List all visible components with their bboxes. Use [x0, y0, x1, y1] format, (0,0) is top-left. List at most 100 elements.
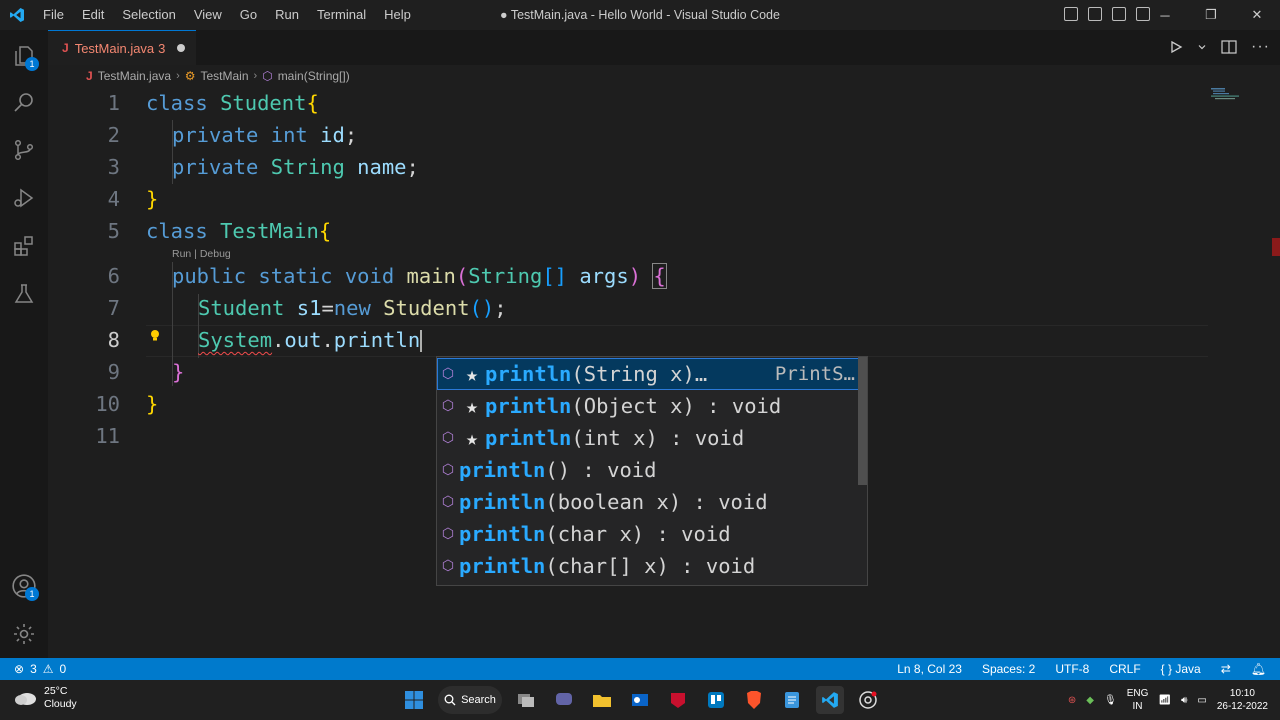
windows-start-icon[interactable] — [400, 686, 428, 714]
toggle-secondary-sidebar-icon[interactable] — [1112, 7, 1126, 21]
split-editor-icon[interactable] — [1221, 40, 1237, 54]
language-indicator[interactable]: ENG IN — [1127, 687, 1149, 713]
suggest-item[interactable]: ⬡ println (boolean x) : void — [437, 486, 867, 518]
menu-edit[interactable]: Edit — [73, 0, 113, 30]
unsaved-dot-icon[interactable] — [177, 44, 186, 52]
vscode-taskbar-icon[interactable] — [816, 686, 844, 714]
suggest-item[interactable]: ⬡ ★ println (int x) : void — [437, 422, 867, 454]
notepad-icon[interactable] — [778, 686, 806, 714]
window-controls: ─ ❐ ✕ — [1142, 0, 1280, 30]
cube-icon: ⬡ — [441, 526, 455, 542]
microphone-icon[interactable]: 🎙︎ — [1104, 695, 1117, 706]
taskbar-search[interactable]: Search — [438, 686, 502, 714]
close-button[interactable]: ✕ — [1234, 0, 1280, 30]
accounts-icon[interactable]: 1 — [0, 562, 48, 610]
testing-icon[interactable] — [0, 270, 48, 318]
maximize-button[interactable]: ❐ — [1188, 0, 1234, 30]
run-java-icon[interactable] — [1169, 40, 1183, 54]
lightbulb-icon[interactable] — [149, 329, 161, 341]
cursor-position[interactable]: Ln 8, Col 23 — [897, 662, 962, 676]
toggle-primary-sidebar-icon[interactable] — [1064, 7, 1078, 21]
trello-icon[interactable] — [702, 686, 730, 714]
line-number: 4 — [107, 187, 120, 211]
feedback-icon[interactable]: ⇄ — [1221, 662, 1231, 676]
chrome-icon[interactable] — [854, 686, 882, 714]
status-right: Ln 8, Col 23 Spaces: 2 UTF-8 CRLF { } Ja… — [897, 658, 1266, 680]
clock-time: 10:10 — [1229, 688, 1255, 699]
explorer-icon[interactable]: 1 — [0, 32, 48, 80]
suggest-signature: (boolean x) : void — [545, 490, 768, 514]
toggle-panel-icon[interactable] — [1088, 7, 1102, 21]
code-line-3: private String name; — [172, 155, 419, 179]
method-cube-icon: ⬡ — [262, 69, 273, 83]
minimap[interactable] — [1208, 88, 1266, 658]
java-file-icon: J — [86, 69, 93, 83]
breadcrumb-file[interactable]: TestMain.java — [98, 69, 171, 83]
tab-problem-count: 3 — [158, 40, 166, 56]
menu-help[interactable]: Help — [375, 0, 420, 30]
weather-widget[interactable]: 25°C Cloudy — [14, 685, 77, 711]
tab-testmain-java[interactable]: J TestMain.java 3 — [48, 30, 196, 65]
cube-icon: ⬡ — [441, 430, 455, 446]
breadcrumb-method[interactable]: main(String[]) — [278, 69, 350, 83]
suggest-item[interactable]: ⬡ ★ println (Object x) : void — [437, 390, 867, 422]
code-line-10: } — [146, 392, 159, 416]
editor-scrollbar[interactable] — [1268, 88, 1280, 658]
suggest-signature: (int x) : void — [571, 426, 745, 450]
notifications-bell-icon[interactable]: 🔔︎ — [1251, 662, 1266, 676]
source-control-icon[interactable] — [0, 126, 48, 174]
file-explorer-icon[interactable] — [588, 686, 616, 714]
suggest-match: println — [485, 362, 572, 386]
temperature: 25°C — [44, 685, 68, 697]
text-cursor — [420, 330, 423, 352]
menu-run[interactable]: Run — [266, 0, 308, 30]
line-number: 1 — [107, 91, 120, 115]
outlook-icon[interactable] — [626, 686, 654, 714]
volume-icon[interactable]: 🔊︎ — [1181, 695, 1187, 706]
suggest-item-selected[interactable]: ⬡ ★ println (String x)… PrintS… — [437, 358, 867, 390]
windows-taskbar: 25°C Cloudy Search ⊛ ◆ 🎙︎ ENG IN 📶︎ 🔊︎ ▭… — [0, 680, 1280, 720]
code-line-7: Student s1=new Student(); — [198, 296, 507, 320]
suggest-item[interactable]: ⬡ println (char x) : void — [437, 518, 867, 550]
end-of-line[interactable]: CRLF — [1109, 662, 1140, 676]
menu-terminal[interactable]: Terminal — [308, 0, 375, 30]
run-debug-icon[interactable] — [0, 174, 48, 222]
task-view-icon[interactable] — [512, 686, 540, 714]
chevron-down-icon[interactable] — [1197, 42, 1207, 52]
teams-chat-icon[interactable] — [550, 686, 578, 714]
accounts-badge: 1 — [25, 587, 39, 601]
indentation[interactable]: Spaces: 2 — [982, 662, 1035, 676]
minimize-button[interactable]: ─ — [1142, 0, 1188, 30]
line-number: 6 — [107, 264, 120, 288]
manage-gear-icon[interactable] — [0, 610, 48, 658]
search-icon — [444, 694, 456, 706]
clock[interactable]: 10:10 26-12-2022 — [1217, 687, 1268, 713]
menu-bar: File Edit Selection View Go Run Terminal… — [34, 0, 420, 30]
search-icon[interactable] — [0, 78, 48, 126]
brave-browser-icon[interactable] — [740, 686, 768, 714]
suggest-item[interactable]: ⬡ println (char[] x) : void — [437, 550, 867, 582]
battery-icon[interactable]: ▭ — [1197, 695, 1206, 706]
extensions-icon[interactable] — [0, 222, 48, 270]
language-mode[interactable]: { } Java — [1161, 662, 1201, 676]
suggest-signature: () : void — [545, 458, 657, 482]
menu-view[interactable]: View — [185, 0, 231, 30]
menu-file[interactable]: File — [34, 0, 73, 30]
encoding[interactable]: UTF-8 — [1055, 662, 1089, 676]
tray-app-icon[interactable]: ◆ — [1086, 695, 1094, 706]
breadcrumb-class[interactable]: TestMain — [201, 69, 249, 83]
suggest-item[interactable]: ⬡ println() : void — [437, 454, 867, 486]
vscode-logo-icon[interactable] — [0, 0, 34, 30]
codelens-run-debug[interactable]: Run | Debug — [172, 248, 231, 260]
menu-go[interactable]: Go — [231, 0, 266, 30]
menu-selection[interactable]: Selection — [113, 0, 184, 30]
suggest-scrollbar[interactable] — [858, 357, 867, 485]
wifi-icon[interactable]: 📶︎ — [1158, 695, 1171, 706]
more-actions-icon[interactable]: ··· — [1251, 38, 1270, 56]
suggest-signature: (String x)… — [571, 362, 708, 386]
layout-controls — [1064, 7, 1150, 21]
problems-indicator[interactable]: ⊗ 3 ⚠ 0 — [14, 658, 66, 680]
suggest-widget[interactable]: ⬡ ★ println (String x)… PrintS… ⬡ ★ print… — [436, 356, 868, 586]
mcafee-icon[interactable] — [664, 686, 692, 714]
tray-app-icon[interactable]: ⊛ — [1068, 695, 1076, 706]
